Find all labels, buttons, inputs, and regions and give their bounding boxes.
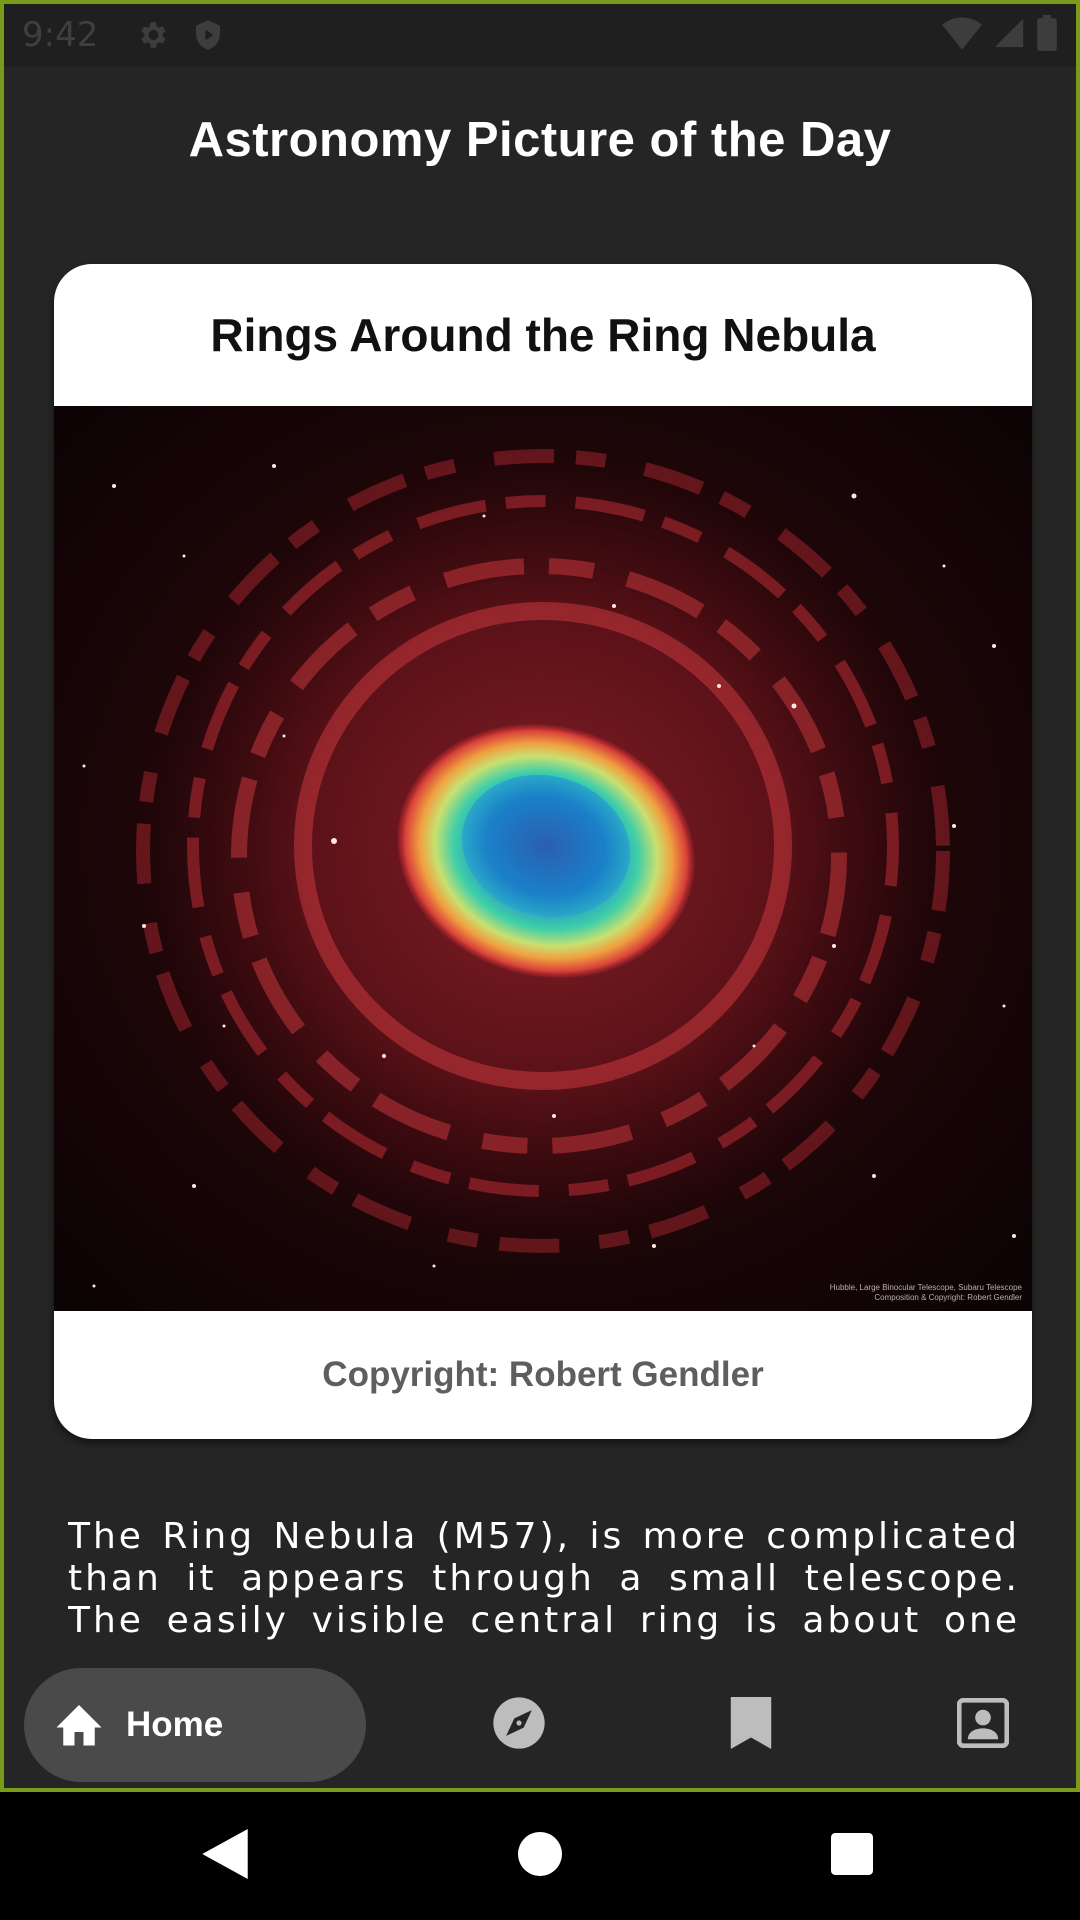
nav-item-profile[interactable]: [926, 1668, 1040, 1782]
shield-play-icon: [190, 17, 226, 53]
recents-button[interactable]: [822, 1826, 882, 1886]
home-icon: [52, 1698, 106, 1753]
page-title: Astronomy Picture of the Day: [188, 113, 892, 167]
compass-icon: [491, 1695, 547, 1756]
image-credit-line: Hubble, Large Binocular Telescope, Subar…: [829, 1283, 1022, 1292]
nav-item-label: Home: [126, 1705, 224, 1744]
recents-icon: [831, 1832, 873, 1880]
image-credit-line: Composition & Copyright: Robert Gendler: [874, 1293, 1022, 1302]
gear-icon: [134, 17, 170, 53]
bookmark-icon: [730, 1696, 772, 1754]
image-credit: Hubble, Large Binocular Telescope, Subar…: [830, 1283, 1022, 1303]
bottom-navigation: Home: [4, 1646, 1076, 1788]
wifi-icon: [942, 16, 982, 55]
account-box-icon: [956, 1697, 1010, 1753]
apod-explanation: The Ring Nebula (M57), is more complicat…: [68, 1516, 1020, 1646]
back-icon: [202, 1828, 248, 1884]
home-circle-icon: [518, 1831, 562, 1881]
nav-item-bookmarks[interactable]: [694, 1668, 808, 1782]
apod-card[interactable]: Rings Around the Ring Nebula Hubble, Lar…: [54, 264, 1032, 1439]
signal-icon: [992, 16, 1026, 55]
battery-icon: [1036, 14, 1058, 56]
status-bar: 9:42: [4, 4, 1076, 66]
apod-image[interactable]: Hubble, Large Binocular Telescope, Subar…: [54, 406, 1032, 1311]
ring-nebula-picture: [54, 406, 1032, 1311]
apod-copyright: Copyright: Robert Gendler: [322, 1355, 764, 1394]
app-screen: 9:42 Astronomy Picture of the Day Rings …: [0, 0, 1080, 1792]
nav-item-home[interactable]: Home: [24, 1668, 366, 1782]
home-button[interactable]: [510, 1826, 570, 1886]
nav-item-explore[interactable]: [462, 1668, 576, 1782]
status-time: 9:42: [22, 15, 99, 55]
system-navigation-bar: [0, 1792, 1080, 1920]
back-button[interactable]: [195, 1826, 255, 1886]
apod-title: Rings Around the Ring Nebula: [210, 309, 876, 361]
